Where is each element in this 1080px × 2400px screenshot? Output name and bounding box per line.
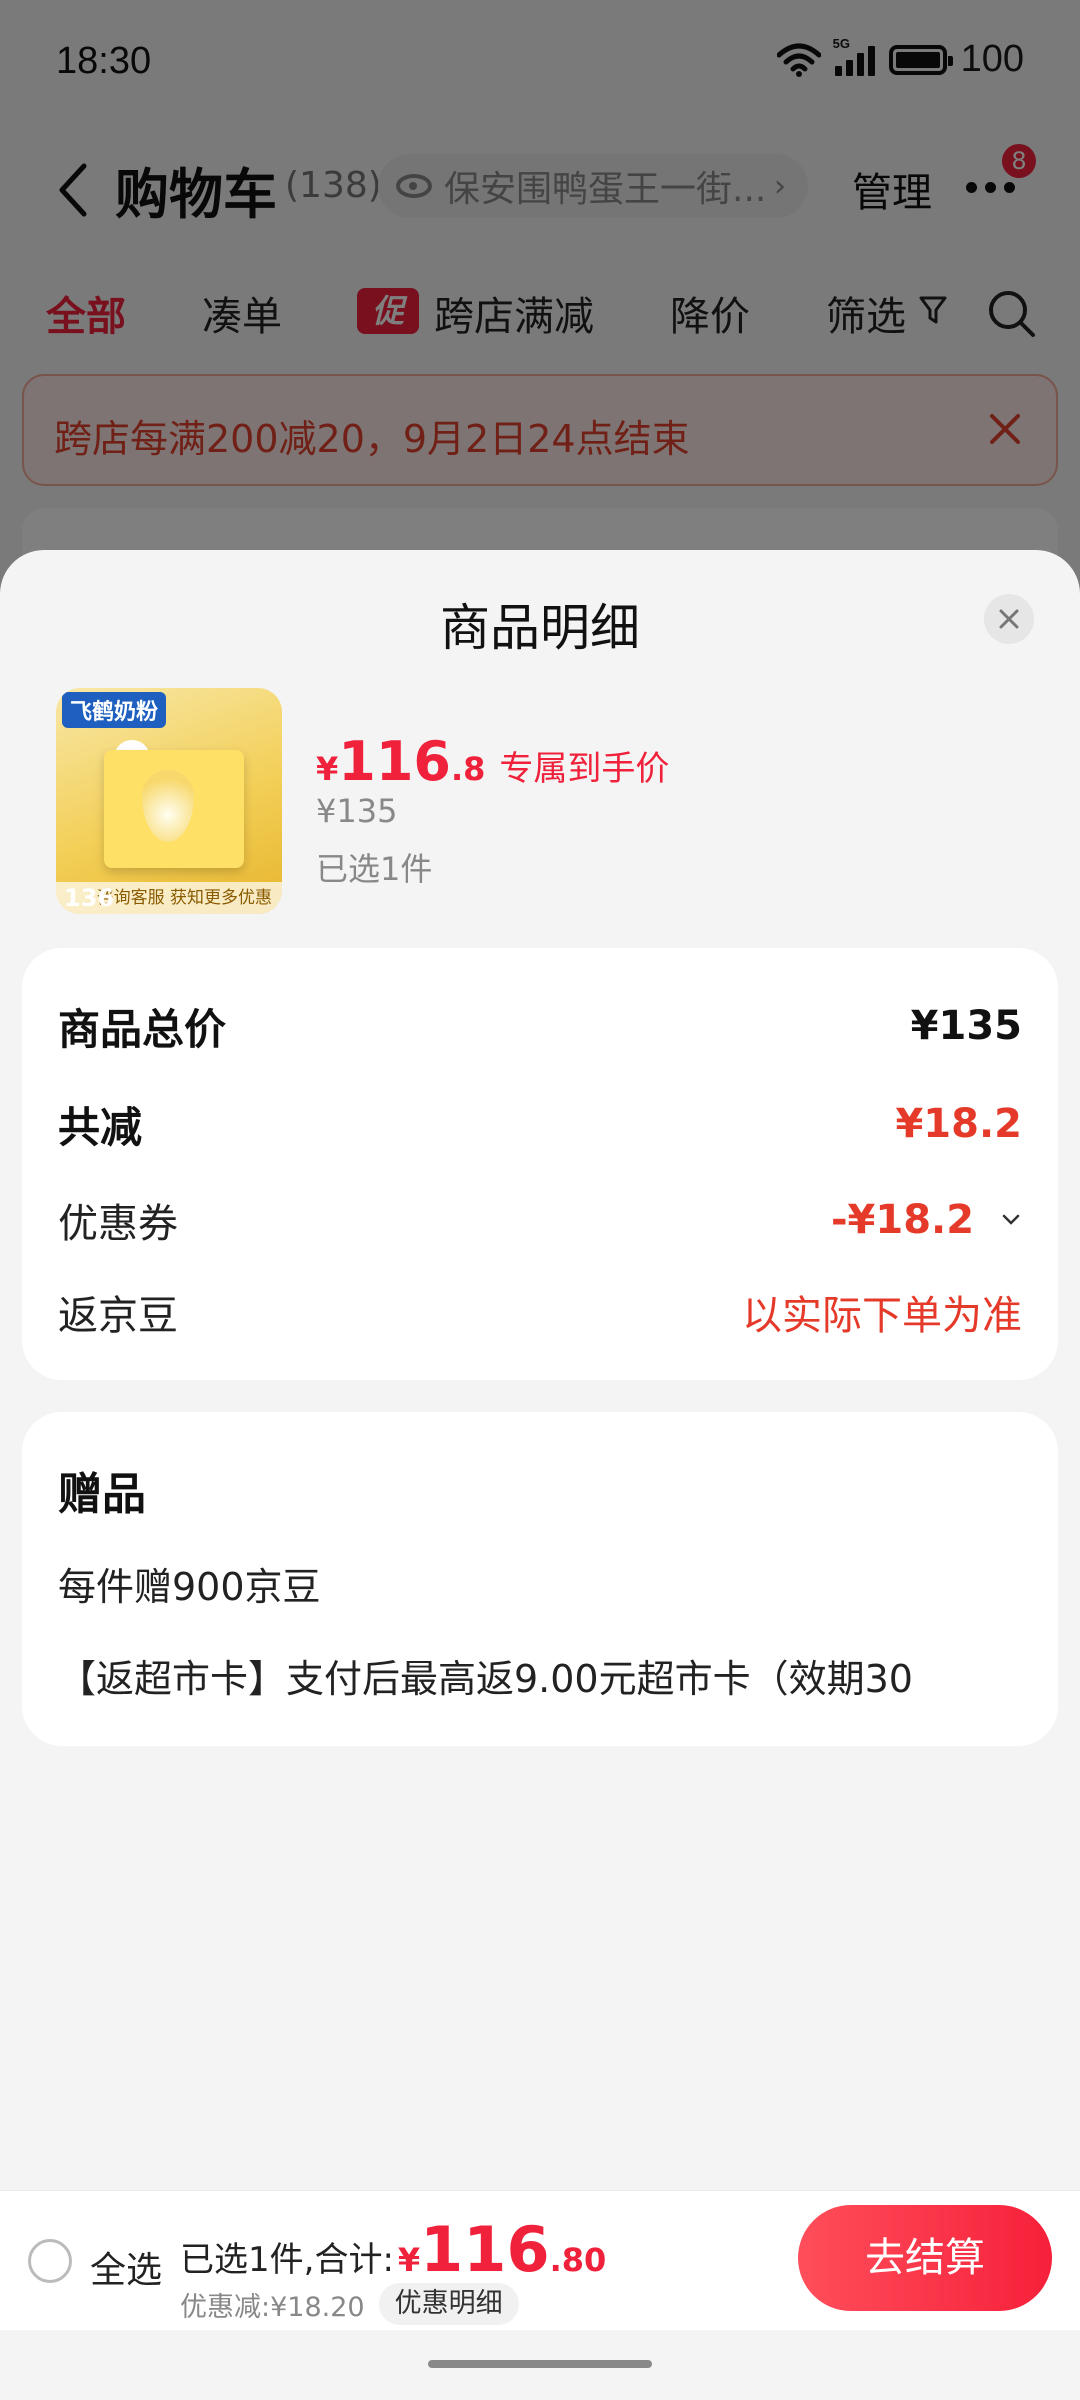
product-box	[104, 750, 244, 868]
total-reduction-value: ¥18.2	[895, 1101, 1022, 1147]
total-integer: 116	[420, 2213, 550, 2286]
selected-quantity: 已选1件	[316, 850, 433, 888]
coupon-label: 优惠券	[58, 1201, 178, 1247]
select-all-label[interactable]: 全选	[90, 2241, 162, 2293]
total-reduction-label: 共减	[58, 1102, 143, 1152]
coupon-value: -¥18.2	[830, 1197, 975, 1243]
home-indicator[interactable]	[428, 2360, 652, 2368]
coupon-value-wrap: -¥18.2	[831, 1197, 1022, 1243]
close-icon[interactable]	[984, 594, 1034, 644]
exclusive-price: ¥ 116 .8 专属到手价	[316, 730, 669, 793]
discount-detail-button[interactable]: 优惠明细	[378, 2283, 519, 2325]
total-decimal: .80	[549, 2241, 607, 2279]
price-breakdown-card: 商品总价 ¥135 共减 ¥18.2 优惠券 -¥18.2 返京豆 以实际下单为…	[22, 948, 1058, 1380]
original-price: ¥135	[316, 792, 398, 830]
sheet-title: 商品明细	[440, 599, 640, 657]
gift-item: 每件赠900京豆	[58, 1565, 321, 1609]
price-integer: 116	[338, 730, 451, 793]
total-reduction-row: 共减 ¥18.2	[58, 1094, 1022, 1154]
summary-label: 已选1件,合计:	[180, 2240, 394, 2280]
checkout-bar: 全选 已选1件,合计: ¥ 116 .80 优惠减:¥18.20 优惠明细 去结…	[0, 2190, 1080, 2330]
total-price-row: 商品总价 ¥135	[58, 996, 1022, 1056]
price-decimal: .8	[451, 750, 486, 788]
order-total: 已选1件,合计: ¥ 116 .80	[180, 2213, 606, 2286]
product-detail-sheet: 商品明细 飞鹤奶粉 OPO 咨询客服 获知更多优惠 136 ¥ 116 .8 专…	[0, 550, 1080, 2400]
price-label: 专属到手价	[499, 749, 670, 789]
total-price-label: 商品总价	[58, 1004, 227, 1054]
discount-summary: 优惠减:¥18.20 优惠明细	[180, 2283, 519, 2325]
gift-card: 赠品 每件赠900京豆 【返超市卡】支付后最高返9.00元超市卡（效期30	[22, 1412, 1058, 1746]
gift-item: 【返超市卡】支付后最高返9.00元超市卡（效期30	[58, 1657, 913, 1701]
total-price-value: ¥135	[910, 1003, 1022, 1049]
jd-beans-value: 以实际下单为准	[742, 1293, 1022, 1339]
jd-beans-label: 返京豆	[58, 1293, 178, 1339]
discount-text: 优惠减:¥18.20	[180, 2291, 365, 2323]
brand-logo: 飞鹤奶粉	[62, 692, 167, 728]
product-image[interactable]: 飞鹤奶粉 OPO 咨询客服 获知更多优惠 136	[56, 688, 282, 914]
select-all-checkbox[interactable]	[28, 2239, 72, 2283]
jd-beans-row: 返京豆 以实际下单为准	[58, 1282, 1022, 1342]
coupon-row[interactable]: 优惠券 -¥18.2	[58, 1190, 1022, 1250]
total-currency: ¥	[397, 2241, 421, 2279]
price-currency: ¥	[316, 750, 339, 788]
product-image-number: 136	[64, 884, 115, 912]
checkout-button[interactable]: 去结算	[798, 2205, 1052, 2311]
chevron-down-icon	[1002, 1214, 1020, 1225]
gift-title: 赠品	[58, 1469, 146, 1520]
